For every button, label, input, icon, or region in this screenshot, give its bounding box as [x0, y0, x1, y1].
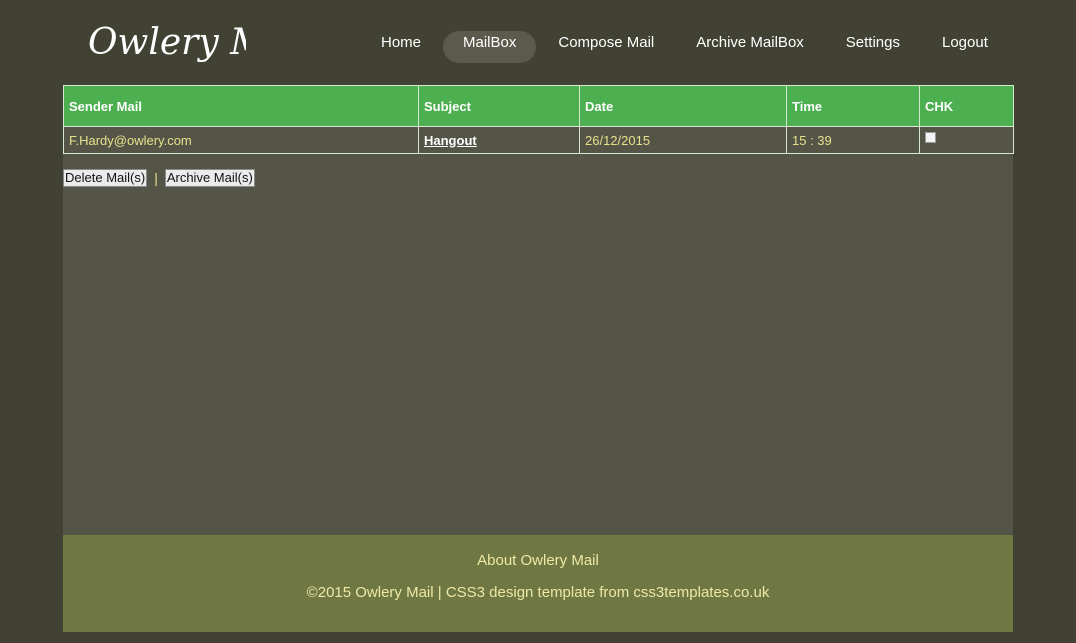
main-nav: Home MailBox Compose Mail Archive MailBo… — [360, 31, 1009, 63]
table-header-row: Sender Mail Subject Date Time CHK — [63, 85, 1014, 127]
mailbox-panel: Sender Mail Subject Date Time CHK F.Hard… — [63, 85, 1014, 535]
footer-copyright: ©2015 Owlery Mail | CSS3 design template… — [306, 584, 770, 601]
mail-actions: Delete Mail(s) | Archive Mail(s) — [63, 169, 255, 187]
column-header-chk: CHK — [919, 85, 1014, 127]
nav-archive-mailbox[interactable]: Archive MailBox — [676, 31, 824, 63]
svg-text:Owlery Mail: Owlery Mail — [88, 22, 246, 63]
select-checkbox[interactable] — [925, 132, 936, 143]
subject-link[interactable]: Hangout — [424, 133, 477, 148]
column-header-time: Time — [786, 85, 920, 127]
cell-sender: F.Hardy@owlery.com — [63, 126, 419, 154]
logo-wordmark: Owlery Mail — [88, 22, 246, 63]
actions-separator: | — [154, 170, 158, 186]
delete-mails-button[interactable]: Delete Mail(s) — [63, 169, 148, 187]
column-header-sender: Sender Mail — [63, 85, 419, 127]
cell-subject: Hangout — [418, 126, 580, 154]
column-header-subject: Subject — [418, 85, 580, 127]
archive-mails-button[interactable]: Archive Mail(s) — [164, 169, 255, 187]
nav-settings[interactable]: Settings — [826, 31, 920, 63]
mail-table: Sender Mail Subject Date Time CHK F.Hard… — [63, 85, 1014, 154]
cell-time: 15 : 39 — [786, 126, 920, 154]
nav-mailbox[interactable]: MailBox — [443, 31, 537, 63]
logo[interactable]: Owlery Mail — [86, 12, 246, 74]
column-header-date: Date — [579, 85, 787, 127]
cell-date: 26/12/2015 — [579, 126, 787, 154]
footer-about-link[interactable]: About Owlery Mail — [63, 552, 1013, 569]
nav-home[interactable]: Home — [361, 31, 441, 63]
footer: About Owlery Mail ©2015 Owlery Mail | CS… — [63, 535, 1013, 632]
nav-logout[interactable]: Logout — [922, 31, 1008, 63]
table-row: F.Hardy@owlery.com Hangout 26/12/2015 15… — [63, 126, 1014, 154]
cell-chk — [919, 126, 1014, 154]
nav-compose-mail[interactable]: Compose Mail — [538, 31, 674, 63]
